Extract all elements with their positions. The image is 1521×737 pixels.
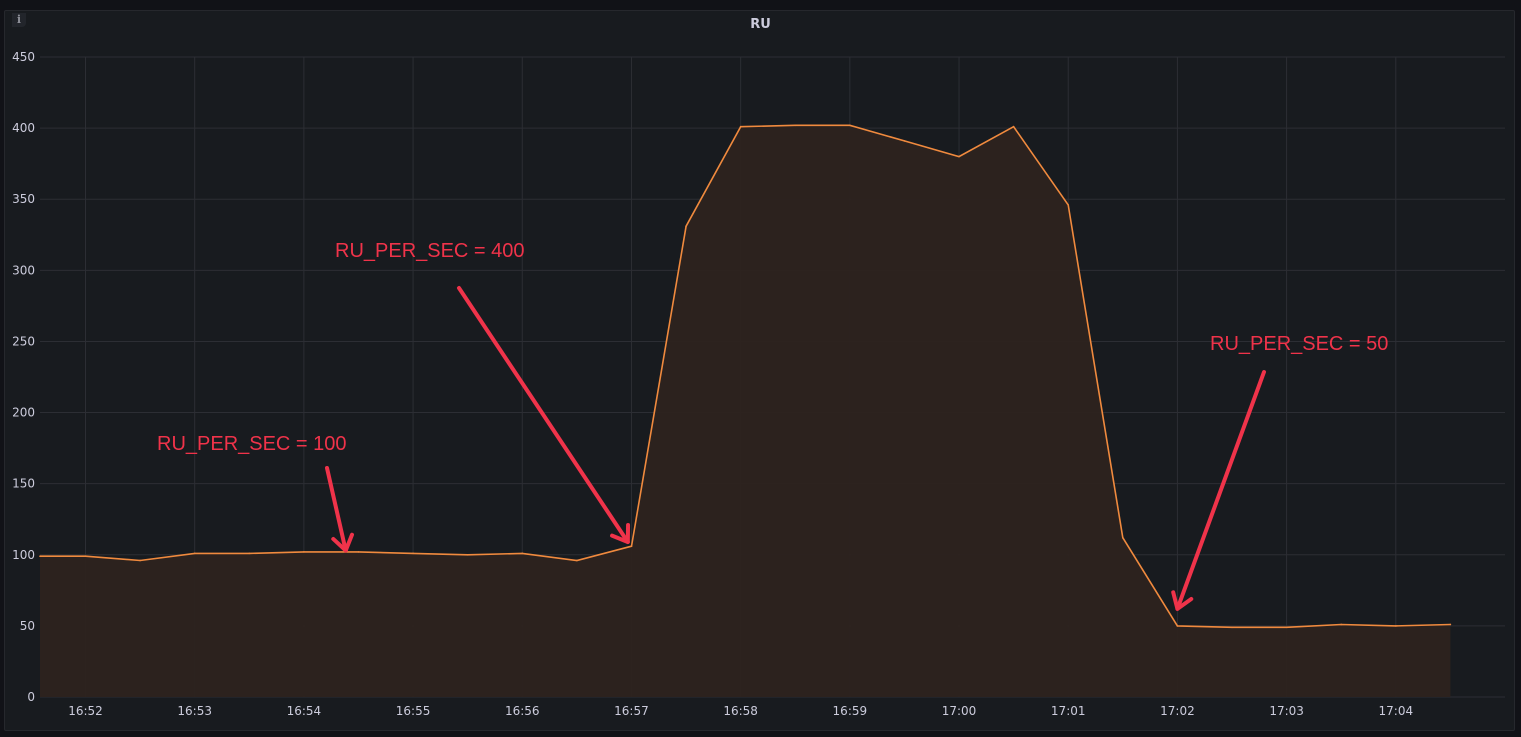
data-point (1067, 204, 1070, 206)
data-point (1122, 536, 1124, 539)
y-tick-label: 350 (12, 192, 35, 206)
y-tick-label: 300 (12, 263, 35, 277)
data-point (739, 125, 742, 128)
y-tick-label: 400 (12, 121, 35, 135)
y-tick-label: 250 (12, 334, 35, 348)
annotation-arrow (457, 286, 630, 544)
x-tick-label: 17:03 (1269, 704, 1304, 718)
y-tick-label: 50 (20, 619, 35, 633)
series-area (40, 125, 1451, 698)
x-axis: 16:52 16:53 16:54 16:55 16:56 16:57 16:58 16:59… (68, 704, 1413, 718)
x-tick-label: 16:58 (723, 704, 758, 718)
data-point (303, 551, 305, 553)
data-point (849, 124, 851, 127)
x-tick-label: 16:52 (68, 704, 103, 718)
data-point (412, 552, 414, 555)
x-tick-label: 16:53 (177, 704, 212, 718)
data-point (958, 155, 960, 158)
x-tick-label: 16:59 (833, 704, 868, 718)
x-tick-label: 16:55 (396, 704, 431, 718)
annotation-label: RU_PER_SEC = 100 (157, 433, 347, 455)
annotation-arrow (325, 466, 348, 553)
data-point (685, 225, 687, 228)
data-point (576, 559, 578, 562)
data-point (39, 555, 41, 557)
x-tick-label: 16:57 (614, 704, 649, 718)
data-point (1012, 125, 1015, 128)
data-point (1285, 626, 1288, 629)
x-tick-label: 17:00 (942, 704, 977, 718)
annotation-label: RU_PER_SEC = 400 (335, 240, 525, 262)
y-tick-label: 100 (12, 548, 35, 562)
series-area-fill (40, 125, 1451, 698)
data-point (794, 124, 797, 127)
data-point (1176, 625, 1179, 627)
data-point (630, 545, 633, 548)
data-point (466, 553, 469, 556)
data-point (248, 552, 251, 555)
y-axis: 0 50 100 150 200 250 300 350 400 450 (12, 50, 35, 704)
x-tick-label: 17:04 (1379, 704, 1414, 718)
data-point (1231, 626, 1233, 629)
annotation-label: RU_PER_SEC = 50 (1210, 333, 1388, 355)
y-tick-label: 150 (12, 477, 35, 491)
data-point (1340, 623, 1343, 626)
data-point (1449, 623, 1452, 626)
annotation-arrow (1175, 370, 1266, 611)
x-tick-label: 16:56 (505, 704, 540, 718)
data-point (357, 551, 360, 553)
y-tick-label: 450 (12, 50, 35, 64)
y-tick-label: 200 (12, 406, 35, 420)
data-point (521, 552, 524, 555)
data-point (139, 559, 141, 562)
x-tick-label: 17:01 (1051, 704, 1086, 718)
y-tick-label: 0 (27, 690, 35, 704)
data-point (1395, 625, 1397, 627)
data-point (193, 552, 196, 555)
data-point (84, 555, 87, 557)
x-tick-label: 17:02 (1160, 704, 1195, 718)
x-tick-label: 16:54 (287, 704, 322, 718)
chart-svg: 050100150200250300350400450 16:52 16:53 16… (12, 50, 1505, 718)
data-point (903, 140, 906, 142)
